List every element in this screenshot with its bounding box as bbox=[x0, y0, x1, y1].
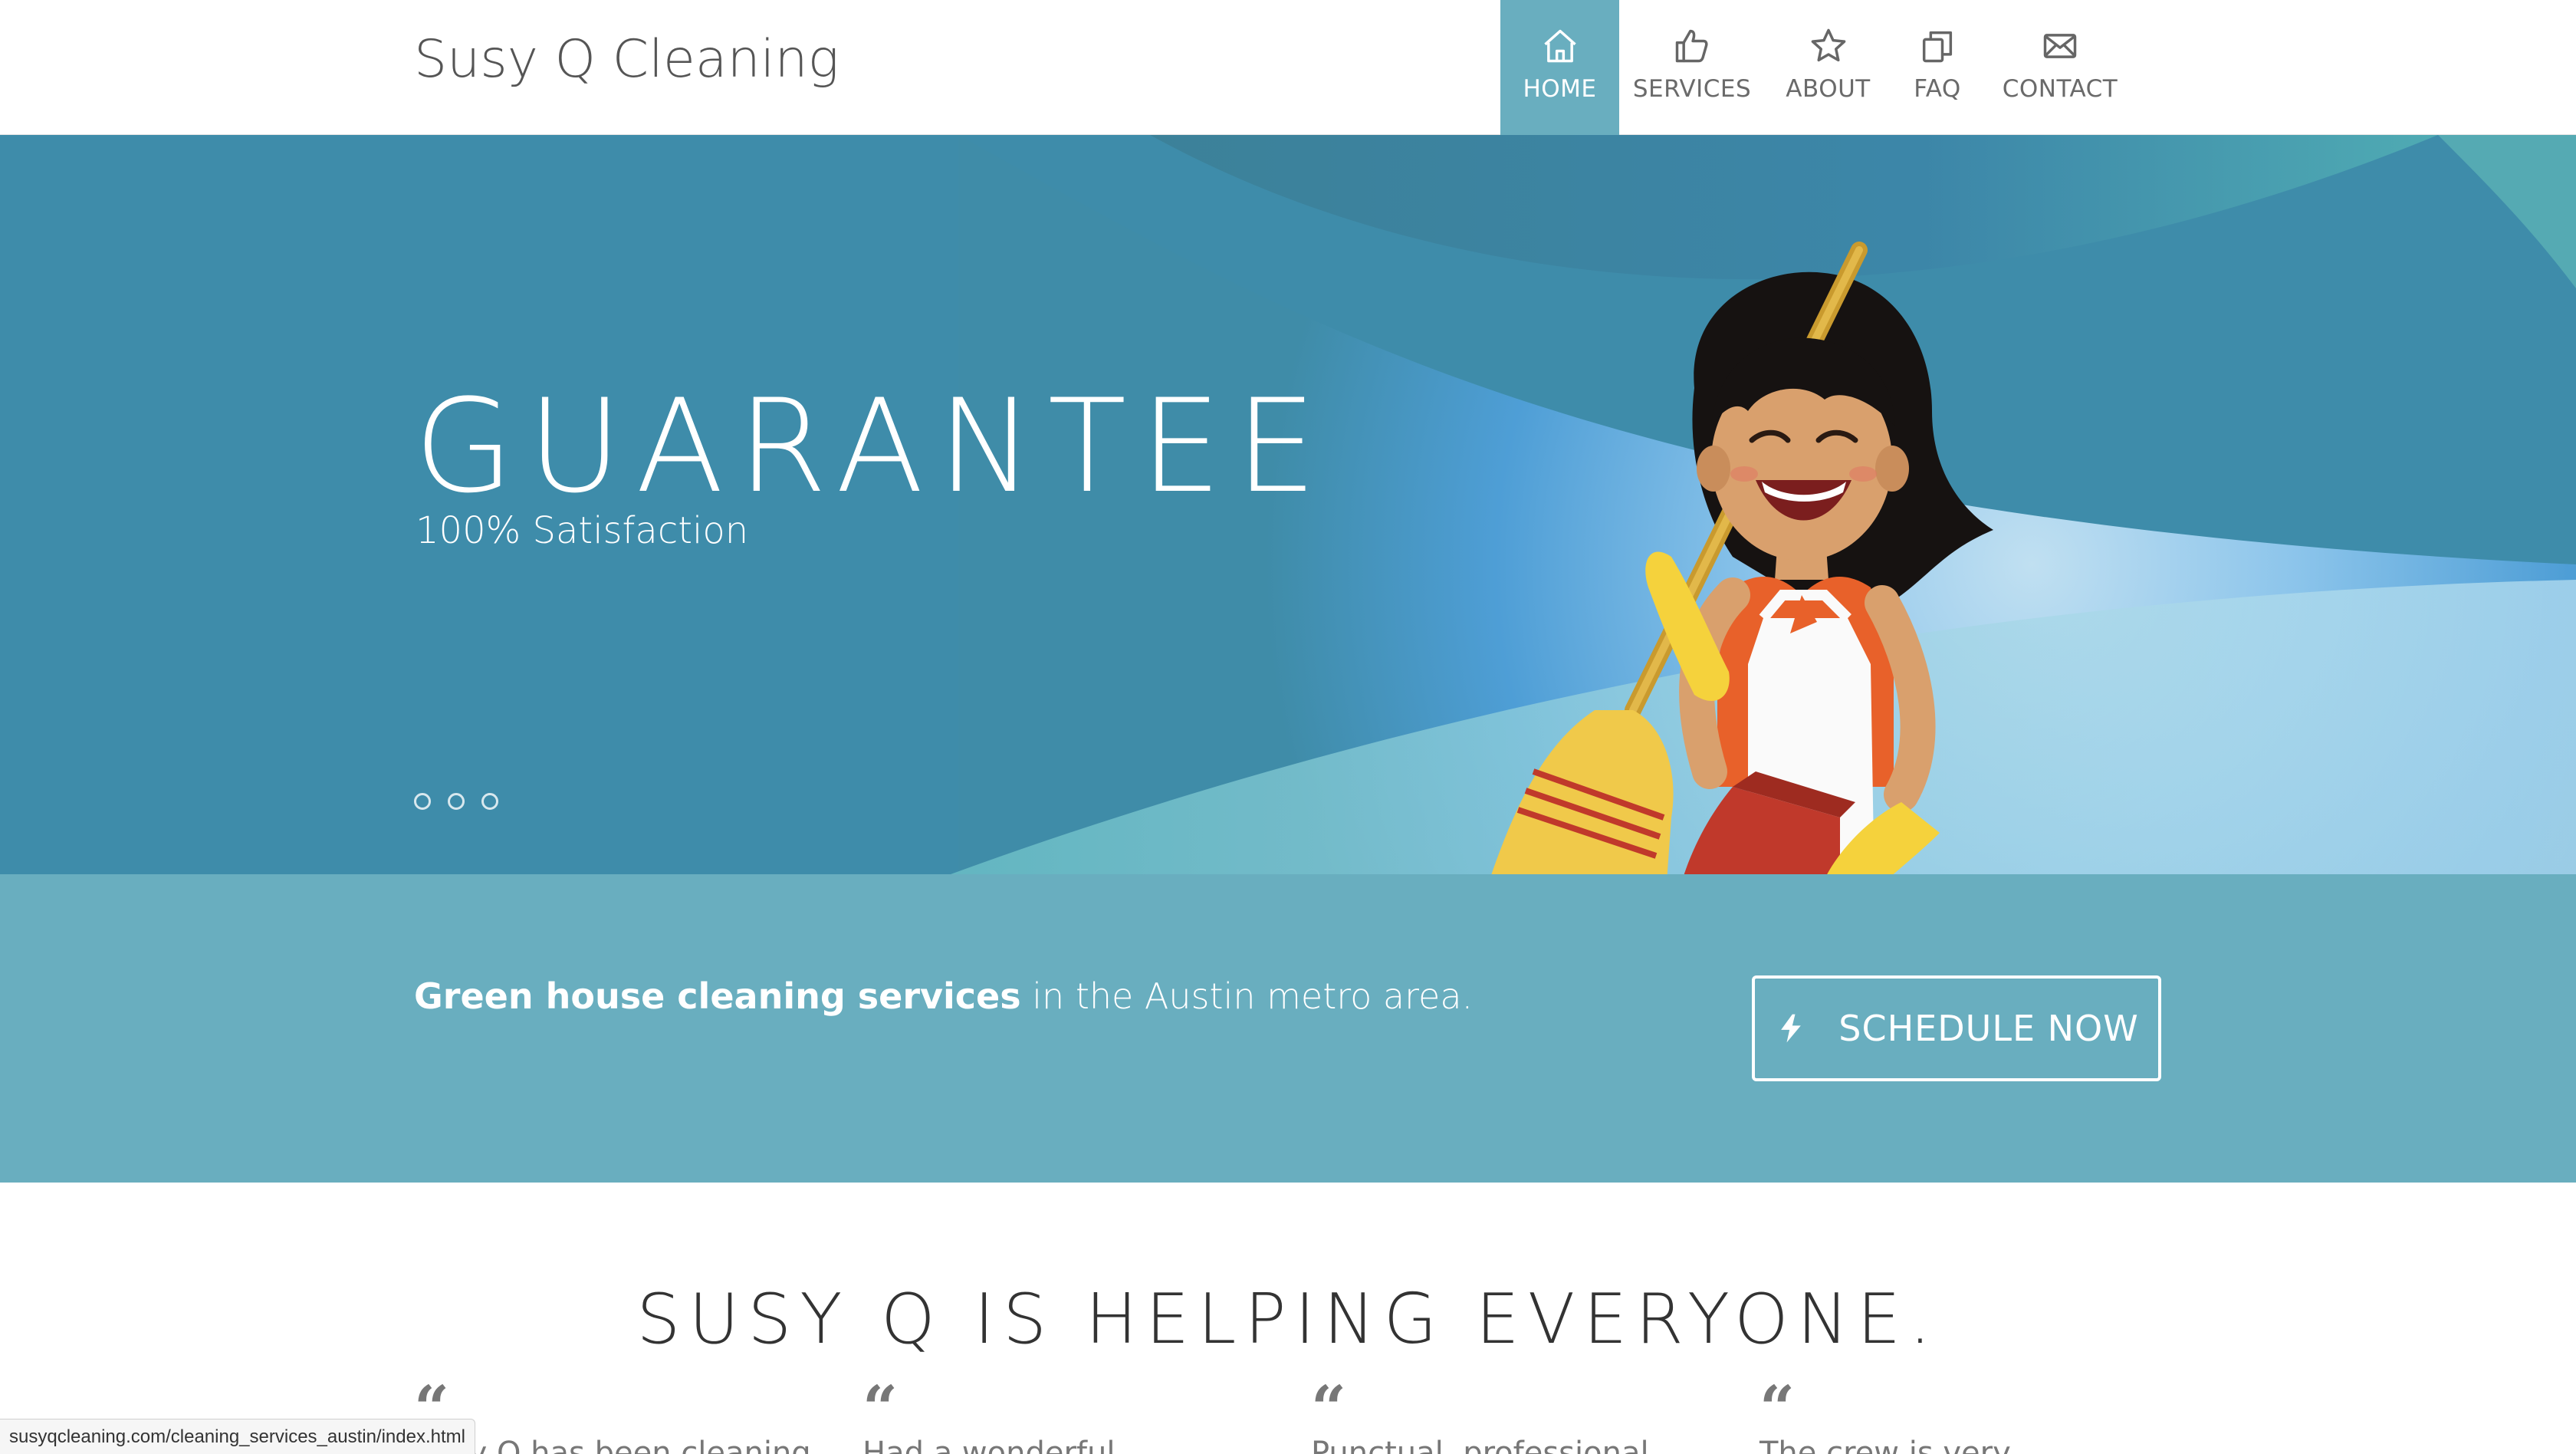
site-header: Susy Q Cleaning HOME SERVICES ABOUT FAQ bbox=[0, 0, 2576, 135]
schedule-now-label: SCHEDULE NOW bbox=[1838, 1008, 2139, 1049]
link-status-bar: susyqcleaning.com/cleaning_services_aust… bbox=[0, 1419, 475, 1454]
main-nav: HOME SERVICES ABOUT FAQ CONTACT bbox=[1500, 0, 2137, 135]
envelope-icon bbox=[2043, 34, 2077, 58]
cta-band: Green house cleaning services in the Aus… bbox=[0, 874, 2576, 1183]
nav-about-label: ABOUT bbox=[1786, 75, 1871, 103]
quote-icon: “ bbox=[1311, 1372, 1347, 1444]
nav-contact-label: CONTACT bbox=[2002, 75, 2118, 103]
testimonial-text: Punctual, professional bbox=[1311, 1436, 1649, 1454]
testimonials: “ Susy Q has been cleaning “ Had a wonde… bbox=[414, 1372, 2177, 1454]
cleaning-lady-illustration bbox=[1491, 242, 1993, 874]
site-logo[interactable]: Susy Q Cleaning bbox=[414, 29, 839, 90]
quote-icon: “ bbox=[863, 1372, 899, 1444]
hero-slider: GUARANTEE 100% Satisfaction bbox=[0, 135, 2576, 874]
schedule-now-button[interactable]: SCHEDULE NOW bbox=[1752, 975, 2161, 1081]
slider-dot-1[interactable] bbox=[414, 793, 431, 810]
slider-dot-3[interactable] bbox=[481, 793, 498, 810]
testimonial-item: “ The crew is very bbox=[1760, 1372, 2158, 1454]
nav-services[interactable]: SERVICES bbox=[1619, 0, 1765, 135]
copy-icon bbox=[1922, 31, 1953, 63]
bolt-icon bbox=[1781, 1014, 1802, 1043]
slider-dot-2[interactable] bbox=[448, 793, 465, 810]
testimonials-heading: SUSY Q IS HELPING EVERYONE. bbox=[636, 1279, 1940, 1360]
nav-contact[interactable]: CONTACT bbox=[1983, 0, 2137, 135]
nav-services-label: SERVICES bbox=[1632, 75, 1752, 103]
cta-text-rest: in the Austin metro area. bbox=[1020, 975, 1474, 1017]
testimonial-text: Had a wonderful bbox=[863, 1436, 1116, 1454]
thumbs-up-icon bbox=[1675, 29, 1708, 63]
nav-faq-label: FAQ bbox=[1914, 75, 1961, 103]
slider-dots bbox=[414, 793, 498, 810]
cta-text-bold: Green house cleaning services bbox=[414, 975, 1021, 1017]
nav-about[interactable]: ABOUT bbox=[1765, 0, 1891, 135]
cta-text: Green house cleaning services in the Aus… bbox=[414, 975, 1473, 1017]
hero-title: GUARANTEE bbox=[414, 371, 1331, 521]
testimonial-item: “ Punctual, professional bbox=[1311, 1372, 1710, 1454]
nav-home[interactable]: HOME bbox=[1500, 0, 1619, 135]
nav-home-label: HOME bbox=[1523, 75, 1597, 103]
testimonial-text: The crew is very bbox=[1760, 1436, 2011, 1454]
star-icon bbox=[1811, 28, 1845, 62]
nav-faq[interactable]: FAQ bbox=[1891, 0, 1983, 135]
hero-subtitle: 100% Satisfaction bbox=[416, 509, 749, 552]
testimonial-item: “ Had a wonderful bbox=[863, 1372, 1261, 1454]
quote-icon: “ bbox=[1760, 1372, 1796, 1444]
home-icon bbox=[1543, 29, 1576, 63]
